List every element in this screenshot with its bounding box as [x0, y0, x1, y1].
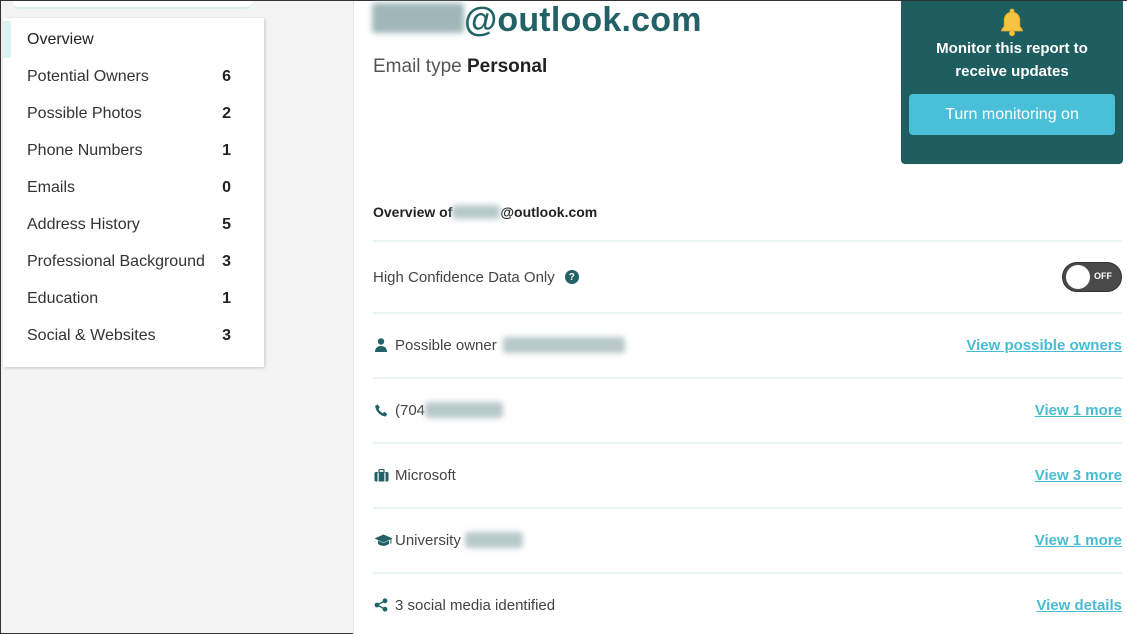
- divider: [373, 507, 1122, 509]
- phone-row: (704 View 1 more: [373, 398, 1122, 422]
- email-domain: @outlook.com: [464, 1, 702, 39]
- share-icon: [373, 597, 389, 613]
- sidebar-item-count: 5: [222, 215, 231, 233]
- turn-monitoring-on-button[interactable]: Turn monitoring on: [909, 94, 1115, 135]
- overview-heading: Overview of @outlook.com: [373, 204, 597, 220]
- sidebar-item-label: Phone Numbers: [27, 141, 143, 159]
- monitor-text: Monitor this report to receive updates: [901, 37, 1123, 83]
- redacted-email-user-small: [452, 205, 501, 219]
- toggle-state-label: OFF: [1094, 271, 1112, 281]
- view-more-phones-link[interactable]: View 1 more: [1035, 402, 1122, 419]
- high-confidence-toggle[interactable]: OFF: [1062, 262, 1122, 292]
- sidebar-item-count: 3: [222, 326, 231, 344]
- sidebar-item-label: Possible Photos: [27, 104, 142, 122]
- phone-icon: [373, 402, 389, 418]
- high-confidence-label: High Confidence Data Only: [373, 268, 555, 286]
- sidebar-item-label: Emails: [27, 178, 76, 196]
- bell-icon: [999, 7, 1025, 37]
- possible-owner-row: Possible owner View possible owners: [373, 333, 1122, 357]
- sidebar-item-emails[interactable]: Emails 0: [3, 169, 264, 206]
- sidebar-item-label: Potential Owners: [27, 67, 149, 85]
- divider: [373, 240, 1122, 242]
- divider: [373, 442, 1122, 444]
- view-possible-owners-link[interactable]: View possible owners: [966, 337, 1122, 354]
- education-row: University View 1 more: [373, 528, 1122, 552]
- sidebar-item-potential-owners[interactable]: Potential Owners 6: [3, 58, 264, 95]
- education-text: University: [395, 531, 461, 549]
- sidebar-item-address-history[interactable]: Address History 5: [3, 206, 264, 243]
- monitor-card: Monitor this report to receive updates T…: [901, 1, 1123, 164]
- sidebar-item-label: Social & Websites: [27, 326, 156, 344]
- sidebar-item-count: 6: [222, 67, 231, 85]
- view-more-education-link[interactable]: View 1 more: [1035, 532, 1122, 549]
- monitor-text-line1: Monitor this report to: [936, 40, 1088, 57]
- redacted-phone: [425, 402, 504, 418]
- sidebar-item-overview[interactable]: Overview: [3, 21, 264, 58]
- overview-domain: @outlook.com: [500, 204, 598, 220]
- high-confidence-row: High Confidence Data Only ? OFF: [373, 261, 1122, 293]
- sidebar-item-label: Professional Background: [27, 252, 205, 270]
- sidebar-item-possible-photos[interactable]: Possible Photos 2: [3, 95, 264, 132]
- sidebar-item-label: Overview: [27, 30, 94, 48]
- sidebar-item-label: Address History: [27, 215, 140, 233]
- sidebar: Overview Potential Owners 6 Possible Pho…: [3, 18, 264, 367]
- toggle-knob: [1066, 265, 1090, 289]
- divider: [373, 312, 1122, 314]
- sidebar-item-count: 0: [222, 178, 231, 196]
- view-more-employers-link[interactable]: View 3 more: [1035, 467, 1122, 484]
- page-title: james@outlook.com: [372, 1, 702, 40]
- sidebar-item-count: 1: [222, 289, 231, 307]
- sidebar-item-count: 1: [222, 141, 231, 159]
- sidebar-item-count: 2: [222, 104, 231, 122]
- sidebar-item-phone-numbers[interactable]: Phone Numbers 1: [3, 132, 264, 169]
- social-row: 3 social media identified View details: [373, 593, 1122, 617]
- help-icon[interactable]: ?: [564, 270, 579, 284]
- overview-prefix: Overview of: [373, 204, 453, 220]
- divider: [373, 377, 1122, 379]
- graduation-cap-icon: [373, 532, 393, 548]
- employer-row: Microsoft View 3 more: [373, 463, 1122, 487]
- redacted-owner-name: [502, 337, 625, 353]
- sidebar-item-professional-background[interactable]: Professional Background 3: [3, 243, 264, 280]
- email-type: Email type Personal: [373, 56, 547, 78]
- view-social-details-link[interactable]: View details: [1036, 597, 1122, 614]
- redacted-email-user: james: [372, 3, 464, 33]
- phone-text: (704: [395, 401, 426, 419]
- divider: [373, 572, 1122, 574]
- person-icon: [373, 337, 389, 353]
- sidebar-item-label: Education: [27, 289, 99, 307]
- social-text: 3 social media identified: [395, 596, 556, 614]
- sidebar-item-education[interactable]: Education 1: [3, 280, 264, 317]
- redacted-university: [464, 532, 523, 548]
- email-type-value: Personal: [466, 56, 548, 77]
- briefcase-icon: [373, 467, 389, 483]
- email-type-label: Email type: [373, 56, 462, 77]
- report-main: james@outlook.com Email type Personal Mo…: [353, 1, 1127, 634]
- sidebar-top-edge: [13, 1, 252, 9]
- employer-text: Microsoft: [395, 466, 456, 484]
- possible-owner-label: Possible owner: [395, 336, 497, 354]
- sidebar-item-social-websites[interactable]: Social & Websites 3: [3, 317, 264, 354]
- sidebar-item-count: 3: [222, 252, 231, 270]
- monitor-text-line2: receive updates: [955, 63, 1069, 80]
